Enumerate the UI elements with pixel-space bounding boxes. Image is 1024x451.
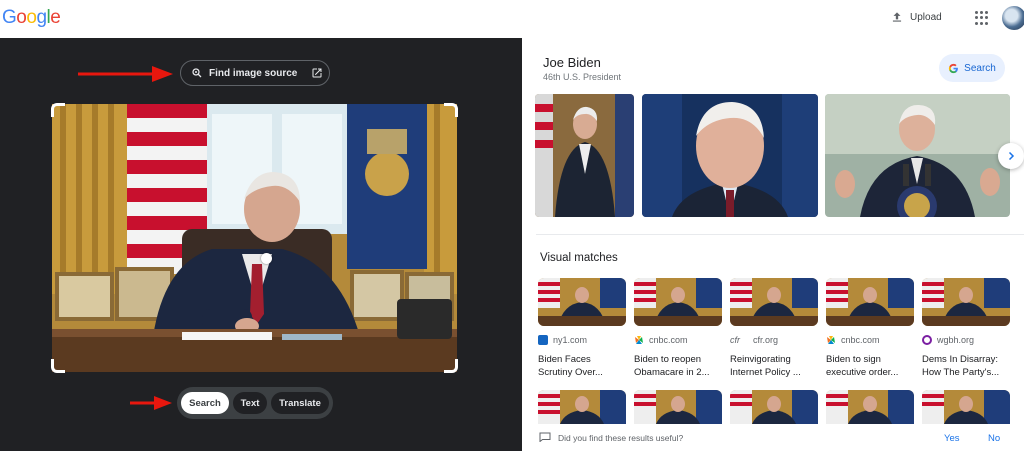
visual-match-thumbnail[interactable]	[634, 278, 722, 326]
visual-match-card[interactable]: cfr cfr.org Reinvigorating Internet Polic…	[730, 278, 818, 379]
mode-text-button[interactable]: Text	[233, 392, 267, 414]
visual-match-caption-line2: Internet Policy ...	[730, 367, 801, 378]
visual-match-source: cfr.org	[753, 335, 779, 345]
annotation-arrow-bottom	[130, 396, 172, 410]
account-avatar[interactable]	[1002, 6, 1024, 30]
mode-translate-button[interactable]: Translate	[271, 392, 329, 414]
visual-match-source: wgbh.org	[937, 335, 975, 345]
visual-match-thumbnail[interactable]	[730, 390, 818, 424]
visual-match-caption-line2: How The Party's...	[922, 367, 1000, 378]
object-selection-dot[interactable]	[261, 253, 272, 264]
visual-match-caption-line1: Reinvigorating	[730, 354, 791, 365]
results-panel: Joe Biden 46th U.S. President Search Vis…	[522, 38, 1024, 451]
visual-match-thumbnail[interactable]	[730, 278, 818, 326]
upload-label: Upload	[910, 11, 942, 23]
apps-grid-icon[interactable]	[975, 11, 989, 25]
mode-search-button[interactable]: Search	[181, 392, 229, 414]
visual-match-thumbnail[interactable]	[826, 390, 914, 424]
next-images-button[interactable]	[998, 143, 1024, 169]
google-g-icon	[949, 63, 959, 73]
section-divider	[536, 234, 1024, 235]
visual-match-card[interactable]: cnbc.com Biden to sign executive order..…	[826, 278, 914, 379]
entity-search-button[interactable]: Search	[939, 54, 1005, 82]
visual-match-card[interactable]: wgbh.org Dems In Disarray: How The Party…	[922, 278, 1010, 379]
entity-image-3[interactable]	[825, 94, 1010, 217]
crop-handle-top-left[interactable]	[51, 103, 65, 117]
top-bar: Google Upload	[0, 0, 1024, 38]
annotation-arrow-top	[78, 66, 173, 82]
lens-icon	[192, 68, 202, 78]
visual-match-source: cnbc.com	[841, 335, 880, 345]
upload-button[interactable]: Upload	[890, 10, 942, 24]
visual-match-caption-line2: Obamacare in 2...	[634, 367, 710, 378]
feedback-icon	[539, 432, 551, 442]
entity-image-1[interactable]	[535, 94, 634, 217]
feedback-no-button[interactable]: No	[988, 433, 1000, 444]
entity-search-label: Search	[964, 62, 996, 74]
find-image-source-button[interactable]: Find image source	[180, 60, 330, 86]
visual-match-source: cnbc.com	[649, 335, 688, 345]
mode-selector: Search Text Translate	[177, 387, 333, 419]
visual-match-thumbnail[interactable]	[538, 278, 626, 326]
feedback-yes-button[interactable]: Yes	[944, 433, 960, 444]
entity-title[interactable]: Joe Biden	[543, 55, 601, 70]
visual-match-caption-line1: Biden to reopen	[634, 354, 702, 365]
crop-handle-bottom-right[interactable]	[444, 359, 458, 373]
chevron-right-icon	[1008, 151, 1015, 161]
google-logo[interactable]: Google	[2, 7, 61, 29]
visual-matches-title: Visual matches	[540, 252, 618, 264]
visual-match-source: ny1.com	[553, 335, 588, 345]
visual-match-caption-line1: Biden to sign	[826, 354, 881, 365]
visual-match-caption-line2: executive order...	[826, 367, 899, 378]
visual-match-thumbnail[interactable]	[634, 390, 722, 424]
source-favicon-icon: cfr	[730, 335, 740, 345]
feedback-bar: Did you find these results useful? Yes N…	[522, 428, 1024, 451]
visual-match-caption-line1: Dems In Disarray:	[922, 354, 999, 365]
oval-office-photo	[52, 104, 457, 372]
crop-handle-bottom-left[interactable]	[51, 359, 65, 373]
entity-image-2[interactable]	[642, 94, 818, 217]
visual-match-caption-line2: Scrutiny Over...	[538, 367, 603, 378]
entity-subtitle: 46th U.S. President	[543, 72, 622, 82]
upload-icon	[892, 12, 902, 22]
visual-match-card[interactable]: cnbc.com Biden to reopen Obamacare in 2.…	[634, 278, 722, 379]
crop-handle-top-right[interactable]	[444, 103, 458, 117]
source-favicon-icon	[538, 335, 548, 345]
open-in-new-icon	[312, 68, 322, 78]
find-image-source-label: Find image source	[209, 67, 298, 79]
lens-image-panel: Find image source Search Text Translate	[0, 38, 522, 451]
visual-match-thumbnail[interactable]	[922, 390, 1010, 424]
source-favicon-icon	[922, 335, 932, 345]
visual-match-thumbnail[interactable]	[538, 390, 626, 424]
visual-match-card[interactable]: ny1.com Biden Faces Scrutiny Over...	[538, 278, 626, 379]
feedback-question: Did you find these results useful?	[558, 433, 684, 443]
visual-match-caption-line1: Biden Faces	[538, 354, 591, 365]
source-favicon-icon	[635, 336, 643, 344]
visual-match-thumbnail[interactable]	[922, 278, 1010, 326]
selected-image[interactable]	[52, 104, 457, 372]
source-favicon-icon	[827, 336, 835, 344]
visual-match-thumbnail[interactable]	[826, 278, 914, 326]
